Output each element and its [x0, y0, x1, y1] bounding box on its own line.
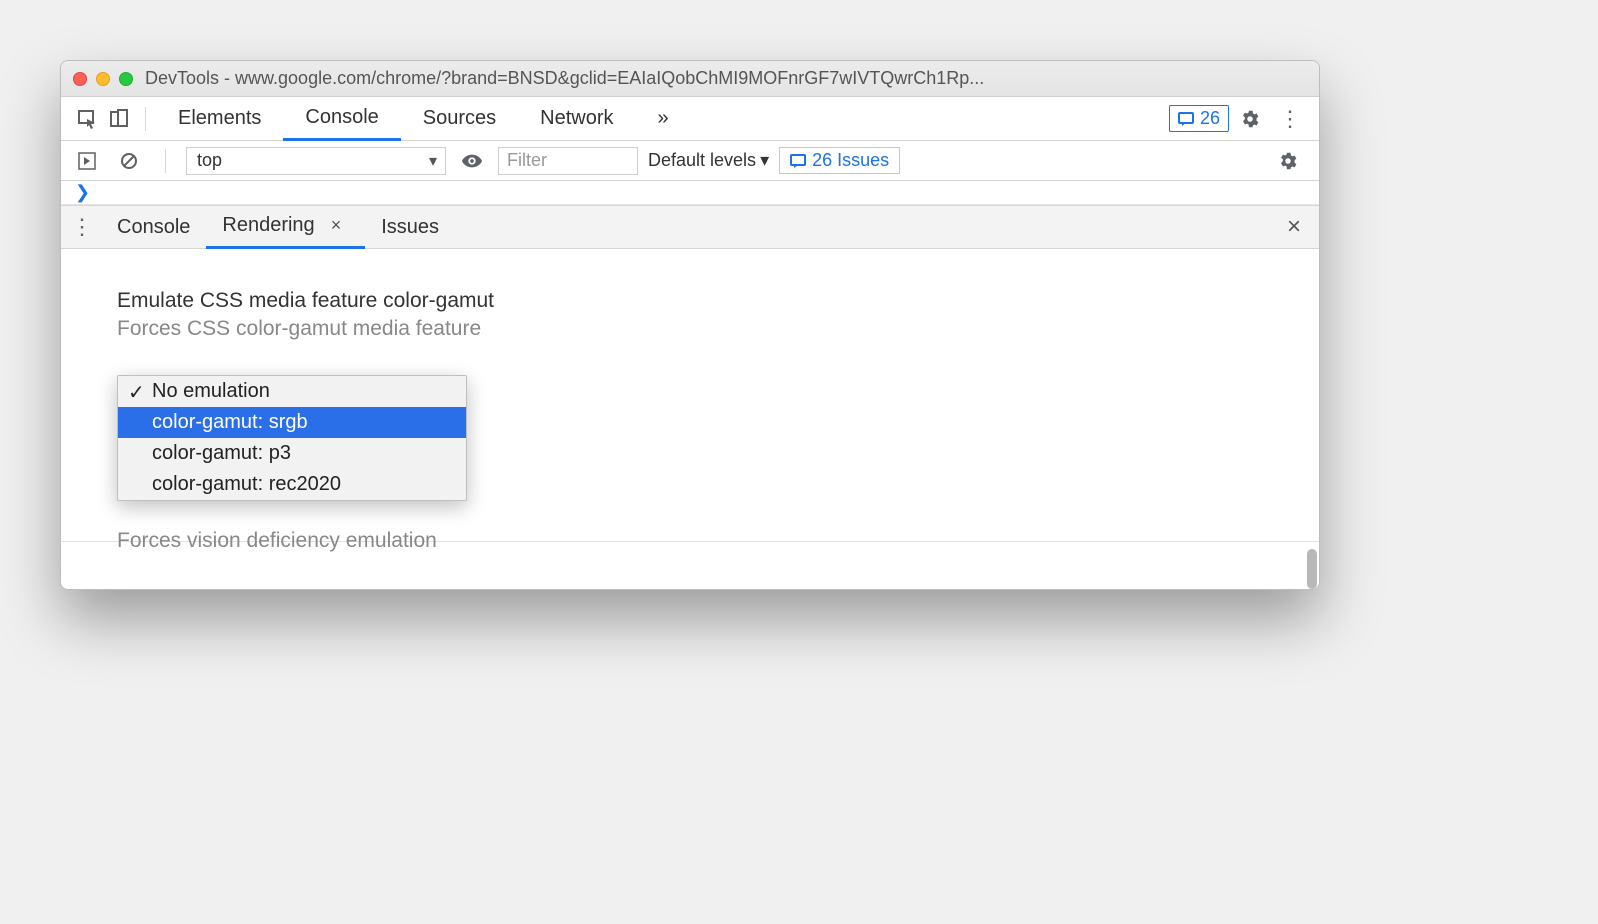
window-title: DevTools - www.google.com/chrome/?brand=…	[145, 68, 984, 89]
tab-console[interactable]: Console	[283, 97, 400, 141]
issues-count: 26	[1200, 108, 1220, 129]
dropdown-option-rec2020[interactable]: color-gamut: rec2020	[118, 469, 466, 500]
context-value: top	[197, 150, 222, 171]
dropdown-option-srgb[interactable]: color-gamut: srgb	[118, 407, 466, 438]
chat-icon	[1178, 111, 1194, 127]
vision-deficiency-desc: Forces vision deficiency emulation	[117, 529, 437, 553]
titlebar: DevTools - www.google.com/chrome/?brand=…	[61, 61, 1319, 97]
close-window-button[interactable]	[73, 72, 87, 86]
dropdown-option-p3[interactable]: color-gamut: p3	[118, 438, 466, 469]
scrollbar-thumb[interactable]	[1307, 549, 1317, 589]
main-tabs: Elements Console Sources Network » 26 ⋮	[61, 97, 1319, 141]
context-selector[interactable]: top	[186, 147, 446, 175]
drawer-tab-rendering[interactable]: Rendering ×	[206, 205, 365, 249]
drawer-more-icon[interactable]: ⋮	[71, 214, 101, 240]
tabs-overflow[interactable]: »	[636, 97, 691, 141]
drawer-tabs: ⋮ Console Rendering × Issues ×	[61, 205, 1319, 249]
filter-input[interactable]: Filter	[498, 147, 638, 175]
tab-network[interactable]: Network	[518, 97, 635, 141]
drawer-tab-issues[interactable]: Issues	[365, 205, 455, 249]
drawer-tab-console[interactable]: Console	[101, 205, 206, 249]
issues-button[interactable]: 26 Issues	[779, 147, 900, 174]
separator	[165, 149, 166, 173]
filter-placeholder: Filter	[507, 150, 547, 171]
separator	[145, 107, 146, 131]
close-drawer-icon[interactable]: ×	[1279, 213, 1309, 241]
window-controls	[73, 72, 133, 86]
eye-icon[interactable]	[456, 145, 488, 177]
inspect-element-icon[interactable]	[71, 103, 103, 135]
device-toolbar-icon[interactable]	[103, 103, 135, 135]
console-toolbar: top Filter Default levels▾ 26 Issues	[61, 141, 1319, 181]
dropdown-option-no-emulation[interactable]: No emulation	[118, 376, 466, 407]
section-title: Emulate CSS media feature color-gamut	[117, 289, 1263, 313]
tab-sources[interactable]: Sources	[401, 97, 518, 141]
devtools-window: DevTools - www.google.com/chrome/?brand=…	[60, 60, 1320, 590]
minimize-window-button[interactable]	[96, 72, 110, 86]
more-menu-icon[interactable]: ⋮	[1271, 106, 1309, 132]
clear-console-icon[interactable]	[113, 145, 145, 177]
issues-badge[interactable]: 26	[1169, 105, 1229, 132]
section-description: Forces CSS color-gamut media feature	[117, 317, 1263, 341]
zoom-window-button[interactable]	[119, 72, 133, 86]
toggle-sidebar-icon[interactable]	[71, 145, 103, 177]
close-tab-icon[interactable]: ×	[323, 215, 350, 236]
console-settings-icon[interactable]	[1267, 150, 1309, 172]
console-prompt[interactable]: ❯	[61, 181, 1319, 205]
rendering-panel: Emulate CSS media feature color-gamut Fo…	[61, 249, 1319, 589]
settings-gear-icon[interactable]	[1229, 108, 1271, 130]
color-gamut-dropdown[interactable]: No emulation color-gamut: srgb color-gam…	[117, 375, 467, 501]
tab-elements[interactable]: Elements	[156, 97, 283, 141]
chat-icon	[790, 153, 806, 169]
log-levels-selector[interactable]: Default levels▾	[648, 150, 769, 171]
